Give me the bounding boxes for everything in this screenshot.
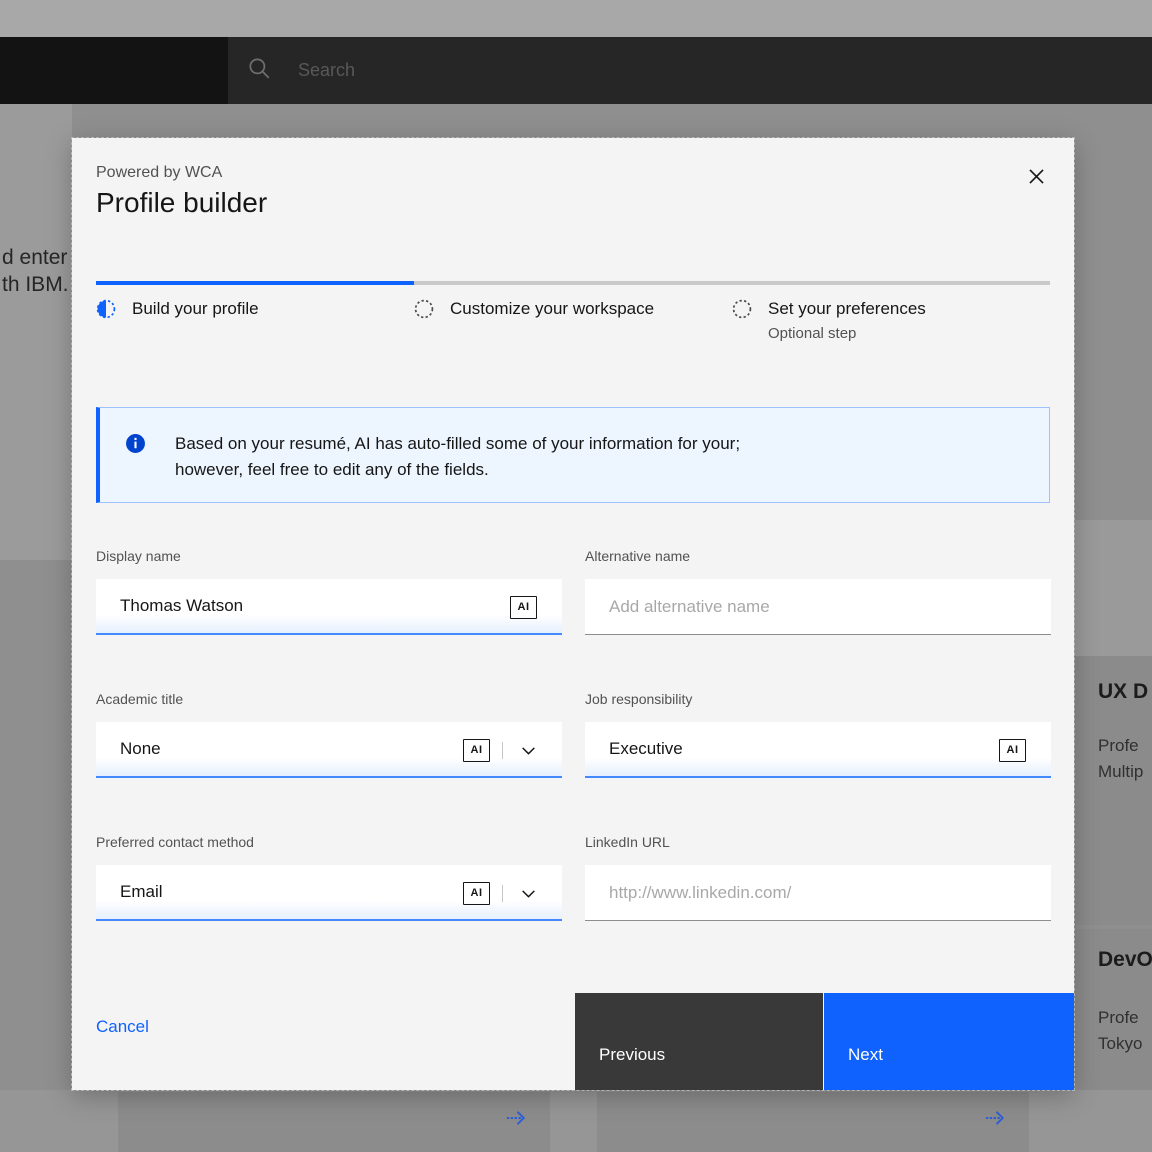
field-label: Display name	[96, 547, 562, 565]
display-name-input[interactable]	[96, 579, 562, 633]
job-responsibility-input[interactable]	[585, 722, 1051, 776]
app-header: Search	[0, 37, 1152, 104]
display-name-input-box[interactable]: AI	[96, 579, 562, 635]
step-sublabel: Optional step	[768, 325, 926, 342]
previous-button[interactable]: Previous	[575, 993, 823, 1090]
step-unstarted-icon	[414, 298, 434, 324]
card-line: Tokyo	[1098, 1031, 1142, 1057]
field-divider	[502, 885, 503, 902]
field-label: Preferred contact method	[96, 833, 562, 851]
chevron-down-icon[interactable]	[520, 742, 537, 764]
step-label: Build your profile	[132, 298, 259, 320]
step-build-your-profile[interactable]: Build your profile	[96, 298, 259, 324]
field-display-name: Display name AI	[96, 547, 562, 635]
step-current-icon	[96, 298, 116, 324]
field-label: Alternative name	[585, 547, 1051, 565]
field-alternative-name: Alternative name	[585, 547, 1051, 635]
close-icon	[1027, 167, 1046, 189]
step-set-your-preferences[interactable]: Set your preferences Optional step	[732, 298, 926, 342]
backdrop-gap-strip	[1074, 520, 1152, 656]
header-search-field[interactable]: Search	[246, 37, 355, 104]
field-job-responsibility: Job responsibility AI	[585, 690, 1051, 778]
modal-title: Profile builder	[96, 186, 267, 220]
preferred-contact-dropdown[interactable]: AI	[96, 865, 562, 921]
info-icon	[125, 433, 146, 459]
progress-fill	[96, 281, 414, 285]
card-line: Multip	[1098, 759, 1143, 785]
chevron-down-icon[interactable]	[520, 885, 537, 907]
linkedin-url-input[interactable]	[585, 865, 1051, 920]
ai-badge: AI	[999, 739, 1026, 762]
field-label: LinkedIn URL	[585, 833, 1051, 851]
academic-title-value[interactable]	[96, 722, 562, 776]
hero-text-line: d enter	[2, 244, 69, 271]
hero-text-line: th IBM.	[2, 271, 69, 298]
backdrop-hero-strip	[0, 104, 72, 560]
alternative-name-input-box[interactable]	[585, 579, 1051, 635]
notification-line: Based on your resumé, AI has auto-filled…	[175, 431, 955, 457]
field-divider	[502, 742, 503, 759]
job-responsibility-input-box[interactable]: AI	[585, 722, 1051, 778]
academic-title-dropdown[interactable]: AI	[96, 722, 562, 778]
preferred-contact-value[interactable]	[96, 865, 562, 919]
modal-eyebrow: Powered by WCA	[96, 164, 222, 182]
backdrop-top-band	[0, 0, 1152, 37]
step-customize-your-workspace[interactable]: Customize your workspace	[414, 298, 654, 324]
notification-line: however, feel free to edit any of the fi…	[175, 457, 955, 483]
card-title: UX D	[1098, 680, 1148, 704]
backdrop-card-bottom-left	[118, 1092, 550, 1152]
ai-badge: AI	[463, 739, 490, 762]
next-button[interactable]: Next	[824, 993, 1074, 1090]
step-label: Set your preferences	[768, 298, 926, 320]
info-notification: Based on your resumé, AI has auto-filled…	[96, 407, 1050, 503]
field-label: Job responsibility	[585, 690, 1051, 708]
card-line: Profe	[1098, 733, 1139, 759]
card-line: Profe	[1098, 1005, 1139, 1031]
page: Search d enter th IBM. UX D Profe Multip…	[0, 0, 1152, 1152]
arrow-right-icon[interactable]	[984, 1108, 1007, 1133]
backdrop-card-ux: UX D Profe Multip	[1074, 656, 1152, 925]
field-academic-title: Academic title AI	[96, 690, 562, 778]
field-label: Academic title	[96, 690, 562, 708]
close-button[interactable]	[1020, 162, 1052, 194]
card-title: DevO	[1098, 948, 1152, 972]
field-preferred-contact-method: Preferred contact method AI	[96, 833, 562, 921]
field-linkedin-url: LinkedIn URL	[585, 833, 1051, 921]
backdrop-card-bottom-right	[597, 1092, 1029, 1152]
search-placeholder: Search	[298, 60, 355, 81]
linkedin-url-input-box[interactable]	[585, 865, 1051, 921]
search-icon	[246, 55, 272, 86]
app-header-logo-tile	[0, 37, 228, 104]
ai-badge: AI	[463, 882, 490, 905]
arrow-right-icon[interactable]	[505, 1108, 528, 1133]
step-label: Customize your workspace	[450, 298, 654, 320]
alternative-name-input[interactable]	[585, 579, 1051, 634]
cancel-button[interactable]: Cancel	[96, 1017, 149, 1037]
notification-text: Based on your resumé, AI has auto-filled…	[175, 431, 955, 483]
step-unstarted-icon	[732, 298, 752, 324]
backdrop-hero-text: d enter th IBM.	[2, 244, 69, 298]
profile-builder-modal: Powered by WCA Profile builder Build you…	[72, 138, 1074, 1090]
progress-track	[96, 281, 1050, 285]
ai-badge: AI	[510, 596, 537, 619]
